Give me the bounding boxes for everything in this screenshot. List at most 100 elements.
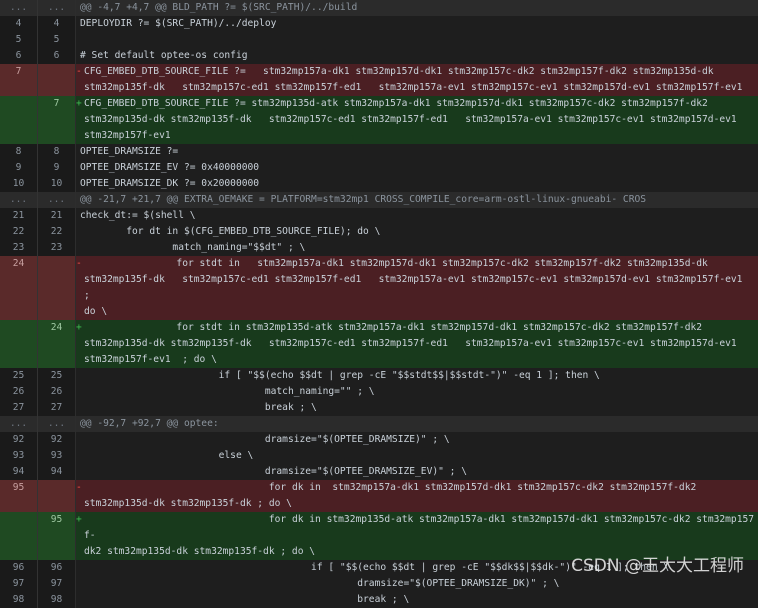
new-line-number: 26	[38, 384, 76, 400]
code-line: CFG_EMBED_DTB_SOURCE_FILE ?= stm32mp157a…	[84, 64, 758, 96]
code-line: @@ -4,7 +4,7 @@ BLD_PATH ?= $(SRC_PATH)/…	[76, 0, 758, 16]
new-line-number: 8	[38, 144, 76, 160]
new-line-number: 21	[38, 208, 76, 224]
diff-row-del: 24- for stdt in stm32mp157a-dk1 stm32mp1…	[0, 256, 758, 320]
code-line: # Set default optee-os config	[76, 48, 758, 64]
new-line-number: 27	[38, 400, 76, 416]
diff-row-add: 24+ for stdt in stm32mp135d-atk stm32mp1…	[0, 320, 758, 368]
diff-row-ctx: 2222 for dt in $(CFG_EMBED_DTB_SOURCE_FI…	[0, 224, 758, 240]
old-line-number: 98	[0, 592, 38, 608]
new-line-number	[38, 256, 76, 320]
new-line-number: 23	[38, 240, 76, 256]
code-line: break ; \	[76, 400, 758, 416]
new-line-number: 22	[38, 224, 76, 240]
new-line-number: 93	[38, 448, 76, 464]
new-line-number: ...	[38, 192, 76, 208]
old-line-number: 23	[0, 240, 38, 256]
diff-row-add: 7+CFG_EMBED_DTB_SOURCE_FILE ?= stm32mp13…	[0, 96, 758, 144]
diff-row-del: 95- for dk in stm32mp157a-dk1 stm32mp157…	[0, 480, 758, 512]
code-line: check_dt:= $(shell \	[76, 208, 758, 224]
diff-row-ctx: 2727 break ; \	[0, 400, 758, 416]
new-line-number	[38, 64, 76, 96]
diff-row-hunk: ......@@ -92,7 +92,7 @@ optee:	[0, 416, 758, 432]
code-line: CFG_EMBED_DTB_SOURCE_FILE ?= stm32mp135d…	[84, 96, 758, 144]
code-line: for dt in $(CFG_EMBED_DTB_SOURCE_FILE); …	[76, 224, 758, 240]
old-line-number: 97	[0, 576, 38, 592]
diff-row-ctx: 1010OPTEE_DRAMSIZE_DK ?= 0x20000000	[0, 176, 758, 192]
diff-row-ctx: 2121check_dt:= $(shell \	[0, 208, 758, 224]
code-line: OPTEE_DRAMSIZE ?=	[76, 144, 758, 160]
old-line-number: 26	[0, 384, 38, 400]
old-line-number: 95	[0, 480, 38, 512]
diff-row-ctx: 2323 match_naming="$$dt" ; \	[0, 240, 758, 256]
new-line-number: 5	[38, 32, 76, 48]
new-line-number: 9	[38, 160, 76, 176]
code-line: for stdt in stm32mp135d-atk stm32mp157a-…	[84, 320, 758, 368]
new-line-number: 94	[38, 464, 76, 480]
diff-row-del: 7-CFG_EMBED_DTB_SOURCE_FILE ?= stm32mp15…	[0, 64, 758, 96]
code-line: OPTEE_DRAMSIZE_EV ?= 0x40000000	[76, 160, 758, 176]
old-line-number	[0, 512, 38, 560]
old-line-number: 22	[0, 224, 38, 240]
watermark: CSDN @王大大工程师	[571, 551, 744, 576]
old-line-number: 9	[0, 160, 38, 176]
code-line: if [ "$$(echo $$dt | grep -cE "$$stdt$$|…	[76, 368, 758, 384]
new-line-number	[38, 480, 76, 512]
code-line: dramsize="$(OPTEE_DRAMSIZE)" ; \	[76, 432, 758, 448]
code-line: OPTEE_DRAMSIZE_DK ?= 0x20000000	[76, 176, 758, 192]
code-line: break ; \	[76, 592, 758, 608]
old-line-number: 27	[0, 400, 38, 416]
code-line: for dk in stm32mp157a-dk1 stm32mp157d-dk…	[84, 480, 758, 512]
new-line-number: 7	[38, 96, 76, 144]
new-line-number: 25	[38, 368, 76, 384]
code-line: dramsize="$(OPTEE_DRAMSIZE_EV)" ; \	[76, 464, 758, 480]
new-line-number: 10	[38, 176, 76, 192]
diff-row-ctx: 9292 dramsize="$(OPTEE_DRAMSIZE)" ; \	[0, 432, 758, 448]
diff-row-ctx: 9494 dramsize="$(OPTEE_DRAMSIZE_EV)" ; \	[0, 464, 758, 480]
code-line: for stdt in stm32mp157a-dk1 stm32mp157d-…	[84, 256, 758, 320]
code-line: @@ -92,7 +92,7 @@ optee:	[76, 416, 758, 432]
new-line-number: 24	[38, 320, 76, 368]
new-line-number: 96	[38, 560, 76, 576]
old-line-number: ...	[0, 192, 38, 208]
new-line-number: 92	[38, 432, 76, 448]
new-line-number: 95	[38, 512, 76, 560]
old-line-number: 25	[0, 368, 38, 384]
old-line-number: 93	[0, 448, 38, 464]
diff-row-ctx: 55	[0, 32, 758, 48]
diff-row-ctx: 9393 else \	[0, 448, 758, 464]
old-line-number: 6	[0, 48, 38, 64]
diff-row-hunk: ......@@ -4,7 +4,7 @@ BLD_PATH ?= $(SRC_…	[0, 0, 758, 16]
diff-row-ctx: 9797 dramsize="$(OPTEE_DRAMSIZE_DK)" ; \	[0, 576, 758, 592]
old-line-number: 7	[0, 64, 38, 96]
new-line-number: ...	[38, 0, 76, 16]
old-line-number: 94	[0, 464, 38, 480]
diff-view: ......@@ -4,7 +4,7 @@ BLD_PATH ?= $(SRC_…	[0, 0, 758, 608]
diff-row-ctx: 66# Set default optee-os config	[0, 48, 758, 64]
code-line: DEPLOYDIR ?= $(SRC_PATH)/../deploy	[76, 16, 758, 32]
code-line	[76, 32, 758, 48]
old-line-number: 4	[0, 16, 38, 32]
old-line-number	[0, 320, 38, 368]
diff-row-ctx: 2525 if [ "$$(echo $$dt | grep -cE "$$st…	[0, 368, 758, 384]
new-line-number: ...	[38, 416, 76, 432]
code-line: else \	[76, 448, 758, 464]
old-line-number: 5	[0, 32, 38, 48]
old-line-number: ...	[0, 416, 38, 432]
old-line-number	[0, 96, 38, 144]
new-line-number: 97	[38, 576, 76, 592]
old-line-number: 8	[0, 144, 38, 160]
diff-row-ctx: 2626 match_naming="" ; \	[0, 384, 758, 400]
code-line: @@ -21,7 +21,7 @@ EXTRA_OEMAKE = PLATFOR…	[76, 192, 758, 208]
old-line-number: 10	[0, 176, 38, 192]
old-line-number: ...	[0, 0, 38, 16]
diff-row-hunk: ......@@ -21,7 +21,7 @@ EXTRA_OEMAKE = P…	[0, 192, 758, 208]
diff-row-ctx: 9898 break ; \	[0, 592, 758, 608]
old-line-number: 96	[0, 560, 38, 576]
new-line-number: 98	[38, 592, 76, 608]
code-line: dramsize="$(OPTEE_DRAMSIZE_DK)" ; \	[76, 576, 758, 592]
new-line-number: 6	[38, 48, 76, 64]
old-line-number: 24	[0, 256, 38, 320]
old-line-number: 92	[0, 432, 38, 448]
code-line: match_naming="" ; \	[76, 384, 758, 400]
